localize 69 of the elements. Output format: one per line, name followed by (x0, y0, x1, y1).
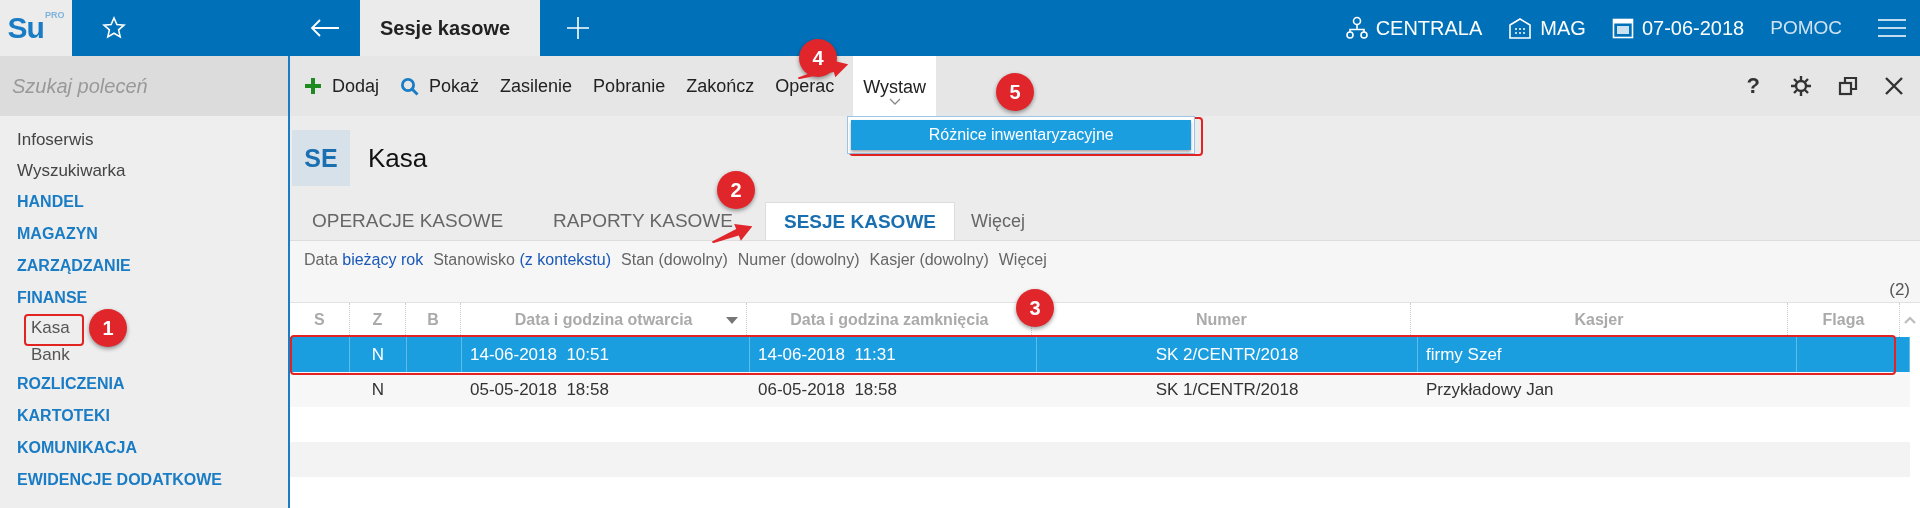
building-icon (1508, 17, 1533, 39)
table-cell: 06-05-2018 18:58 (758, 379, 897, 400)
toolbar-button[interactable]: Zasilenie (500, 75, 573, 97)
sidebar-item[interactable]: Kasa (31, 314, 70, 341)
menu-item[interactable]: Różnice inwentaryzacyjne (851, 120, 1192, 150)
toolbar-button[interactable]: Zakończ (686, 75, 755, 97)
table-cell: SK 2/CENTR/2018 (1155, 344, 1299, 365)
table-row[interactable]: N 05-05-2018 18:58 06-05-2018 18:58 SK 1/CENTR/2018 Przykładowy Jan (290, 372, 1910, 407)
filter[interactable]: Stanowisko (z kontekstu) (433, 251, 612, 269)
plus-icon (304, 77, 322, 95)
sidebar-item[interactable]: Bank (31, 341, 70, 368)
table-cell: Przykładowy Jan (1426, 379, 1554, 400)
back-arrow-icon[interactable] (310, 18, 340, 38)
document-tab[interactable]: Sesje kasowe (360, 0, 540, 56)
sidebar-item[interactable]: Wyszukiwarka (0, 155, 126, 186)
calendar-icon (1611, 17, 1634, 39)
toolbar-button[interactable]: Pokaż (400, 75, 480, 97)
search-field[interactable]: Szukaj poleceń (0, 56, 288, 116)
sidebar-section[interactable]: KARTOTEKI (0, 400, 111, 432)
record-count: (2) (1889, 280, 1910, 300)
sidebar-item[interactable]: Infoserwis (0, 124, 94, 155)
module-badge: SE (292, 130, 350, 186)
sidebar-section[interactable]: FINANSE (0, 282, 88, 314)
help-link[interactable]: POMOC (1770, 17, 1842, 39)
settings-icon[interactable] (1790, 75, 1812, 97)
tab[interactable]: Więcej (971, 210, 1025, 232)
annotation-outline (24, 314, 84, 346)
tab[interactable]: SESJE KASOWE (764, 202, 955, 240)
table-cell: SK 1/CENTR/2018 (1155, 379, 1299, 400)
network-icon (1345, 16, 1368, 40)
table-cell: N (371, 379, 385, 400)
table-cell: 05-05-2018 18:58 (470, 379, 609, 400)
module-title: Kasa (368, 142, 428, 174)
toolbar-button[interactable]: Pobranie (593, 75, 666, 97)
sidebar-section[interactable]: ZARZĄDZANIE (0, 250, 131, 282)
sidebar-section[interactable]: EWIDENCJE DODATKOWE (0, 464, 223, 496)
table-row[interactable]: N 14-06-2018 10:51 14-06-2018 11:31 SK 2/CENTR/2018 firmy Szef (290, 337, 1910, 372)
logo-label: PRO (44, 10, 65, 20)
caret-icon (888, 98, 901, 105)
close-icon[interactable] (1884, 76, 1904, 96)
context-label[interactable]: CENTRALA (1375, 16, 1483, 40)
table-cell: N (371, 344, 385, 365)
logo: Su (7, 13, 44, 43)
menu-icon[interactable] (1878, 18, 1906, 38)
restore-icon[interactable] (1838, 76, 1858, 96)
filter[interactable]: Więcej (998, 251, 1047, 269)
sidebar-section[interactable]: HANDEL (0, 186, 84, 218)
plus-icon[interactable] (565, 16, 590, 40)
filter[interactable]: Kasjer (dowolny) (869, 251, 989, 269)
star-icon[interactable] (102, 16, 126, 40)
sidebar-section[interactable]: MAGAZYN (0, 218, 98, 250)
table-cell: firmy Szef (1426, 344, 1502, 365)
filter[interactable]: Data bieżący rok (304, 251, 424, 269)
context-label[interactable]: MAG (1540, 16, 1586, 40)
search-icon (400, 76, 420, 96)
toolbar-button[interactable]: Dodaj (304, 75, 380, 97)
tab[interactable]: OPERACJE KASOWE (312, 210, 504, 232)
toolbar-button[interactable]: Operac (775, 75, 835, 97)
table-cell: 14-06-2018 10:51 (470, 344, 609, 365)
filter[interactable]: Numer (dowolny) (737, 251, 860, 269)
context-label[interactable]: 07-06-2018 (1641, 16, 1745, 40)
help-button[interactable]: ? (1742, 73, 1764, 99)
sidebar-section[interactable]: KOMUNIKACJA (0, 432, 137, 464)
filter[interactable]: Stan (dowolny) (621, 251, 728, 269)
search-input[interactable]: Szukaj poleceń (10, 73, 282, 99)
table-cell: 14-06-2018 11:31 (758, 344, 896, 365)
tab[interactable]: RAPORTY KASOWE (553, 210, 733, 232)
sidebar-section[interactable]: ROZLICZENIA (0, 368, 125, 400)
menu-button[interactable]: Wystaw (853, 56, 937, 116)
